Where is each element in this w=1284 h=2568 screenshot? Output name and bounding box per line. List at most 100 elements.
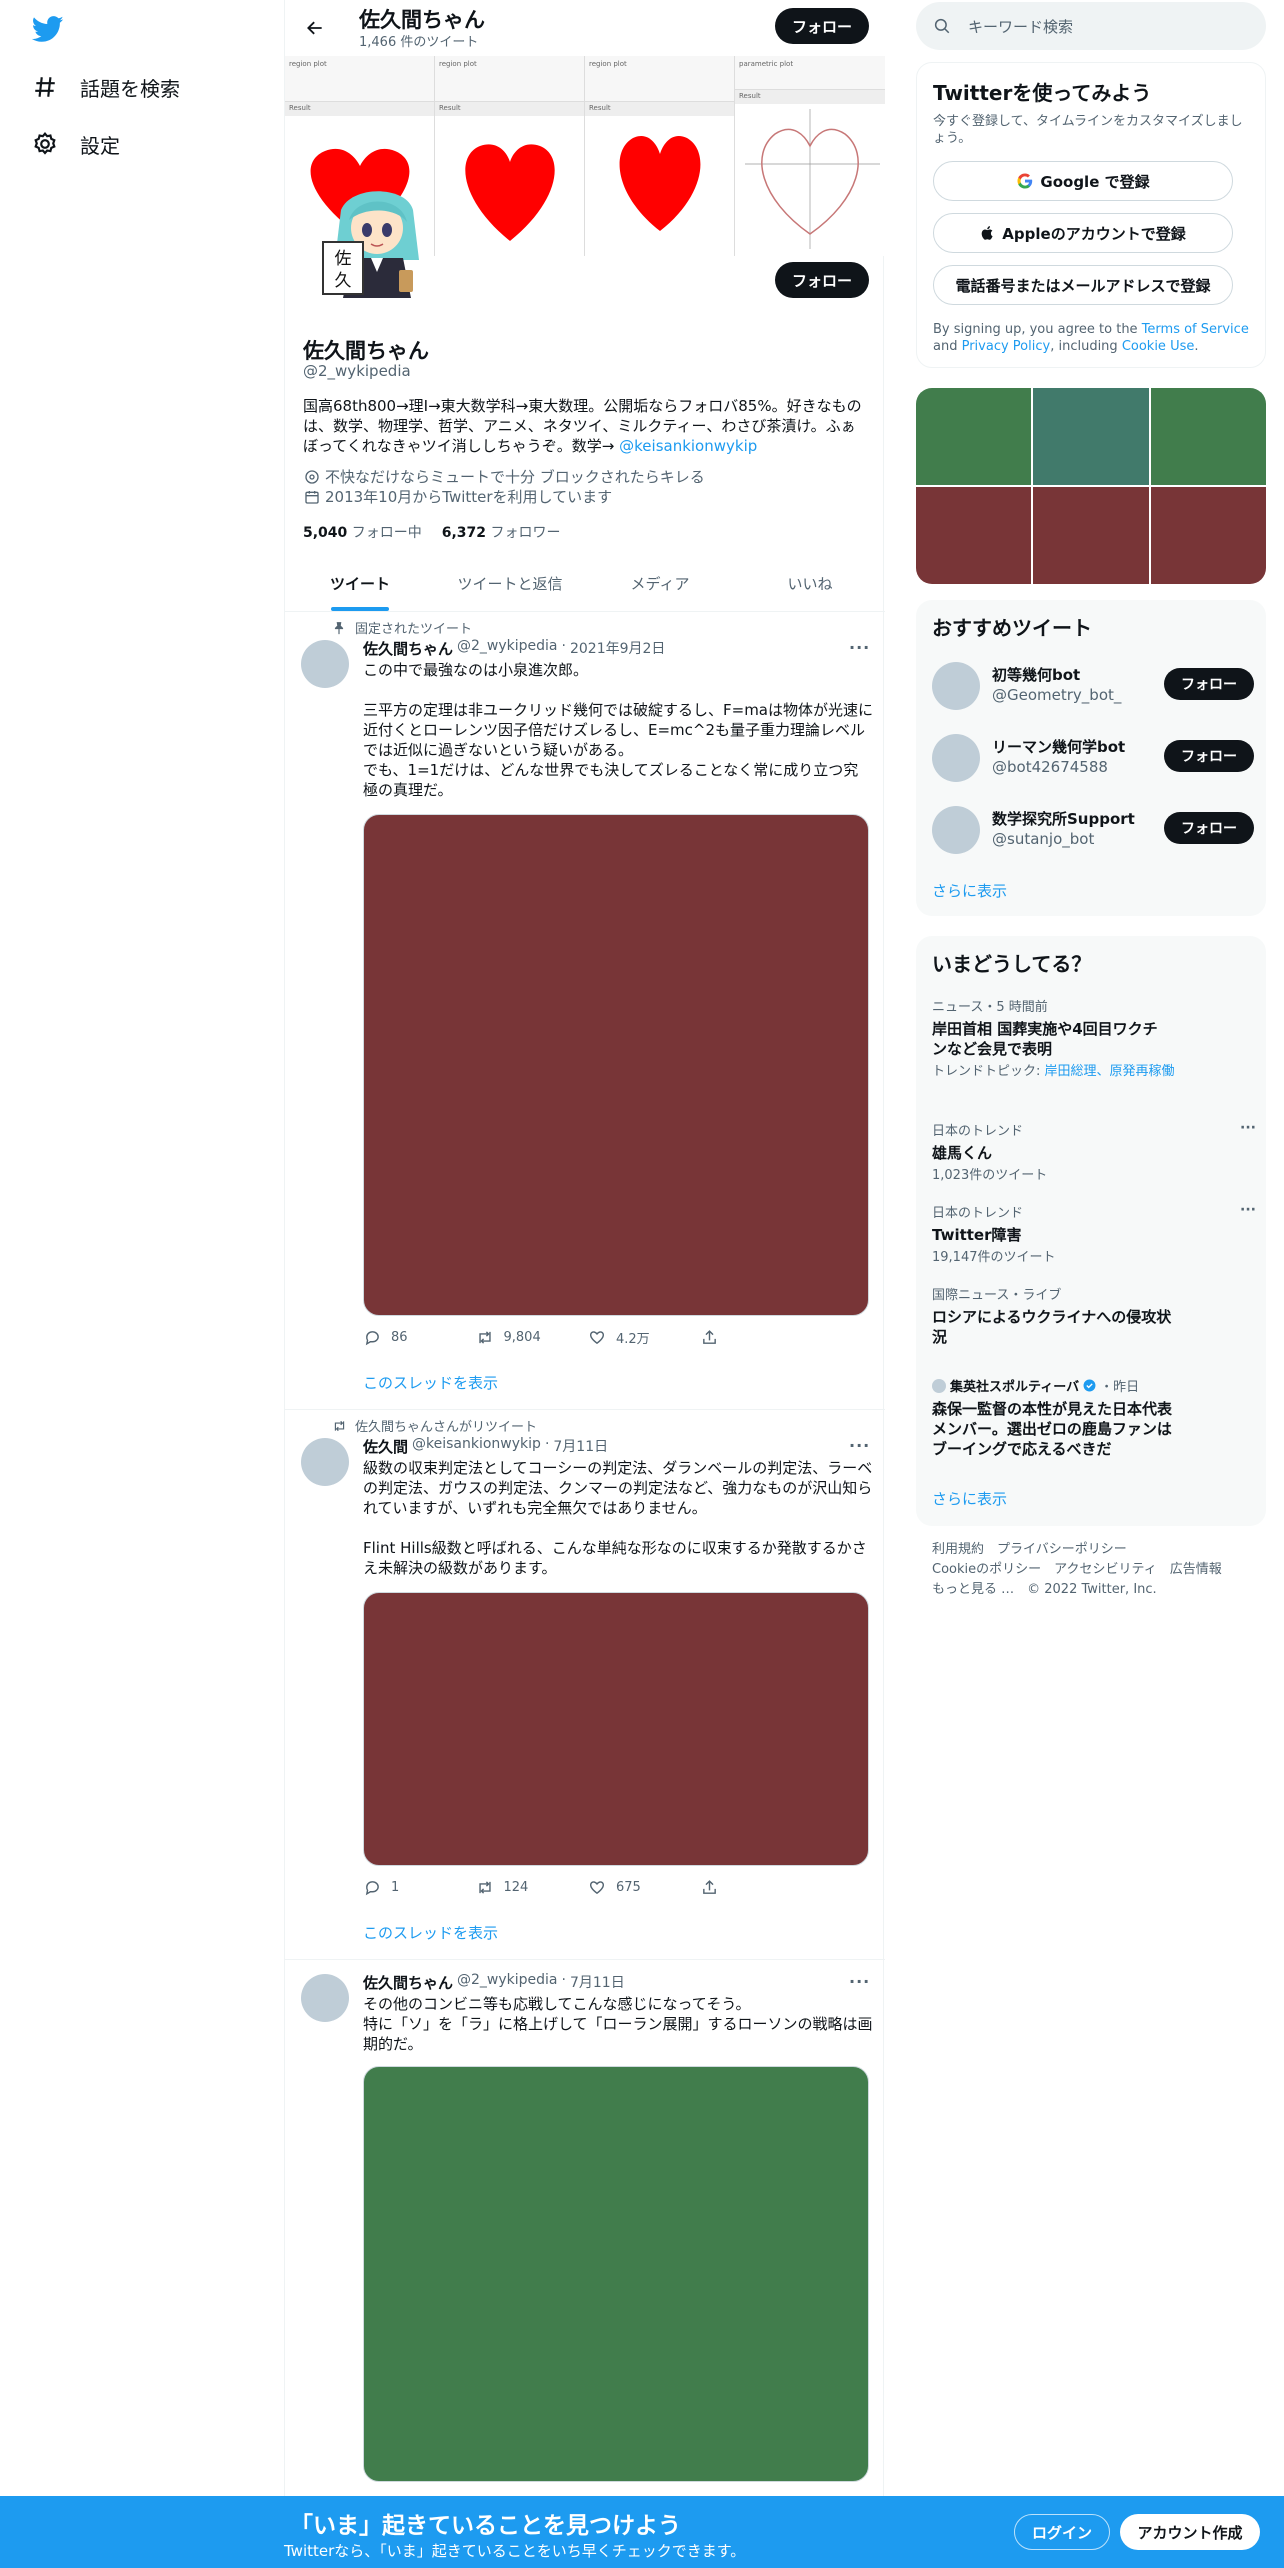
tab-likes[interactable]: いいね (735, 556, 885, 611)
retweet-button[interactable]: 9,804 (476, 1328, 589, 1347)
source-name: 集英社スポルティーバ (950, 1380, 1080, 1395)
trend-topic-links[interactable]: 岸田総理、原発再稼働 (1045, 1064, 1175, 1079)
nav-settings[interactable]: 設定 (30, 124, 120, 164)
tweet-date[interactable]: 2021年9月2日 (570, 638, 665, 659)
signup-subtitle: 今すぐ登録して、タイムラインをカスタマイズしましょう。 (933, 114, 1243, 146)
phone-email-signup-button[interactable]: 電話番号またはメールアドレスで登録 (933, 265, 1233, 305)
tweet-avatar[interactable] (301, 640, 349, 688)
share-button[interactable] (701, 1878, 814, 1896)
trend-topics: トレンドトピック: 岸田総理、原発再稼働 (932, 1063, 1182, 1080)
recommended-account[interactable]: 数学探究所Support @sutanjo_bot フォロー (932, 800, 1254, 860)
trend-item[interactable]: 集英社スポルティーバ ・昨日 森保一監督の本性が見えた日本代表メンバー。選出ゼロ… (932, 1376, 1252, 1459)
twitter-logo-icon[interactable] (30, 14, 66, 44)
more-options-icon[interactable]: ··· (1240, 1120, 1256, 1136)
tweet-author-handle: @keisankionwykip (412, 1436, 541, 1452)
trend-item[interactable]: 日本のトレンド Twitter障害 19,147件のツイート ··· (932, 1202, 1256, 1266)
recommended-account[interactable]: リーマン幾何学bot @bot42674588 フォロー (932, 728, 1254, 788)
trend-topics-prefix: トレンドトピック: (932, 1064, 1045, 1079)
reply-button[interactable]: 86 (363, 1328, 476, 1347)
avatar[interactable] (932, 734, 980, 782)
google-signup-button[interactable]: Google で登録 (933, 161, 1233, 201)
apple-signup-label: Appleのアカウントで登録 (1002, 224, 1186, 243)
nav-explore[interactable]: 話題を検索 (30, 67, 180, 107)
retweet-count: 9,804 (503, 1330, 541, 1345)
tweet-author-name[interactable]: 佐久間ちゃん (363, 638, 453, 659)
media-thumbnail[interactable] (1150, 388, 1266, 485)
terms-of-service-link[interactable]: Terms of Service (1142, 322, 1249, 337)
follow-button[interactable]: フォロー (1164, 668, 1254, 700)
signup-card: Twitterを使ってみよう 今すぐ登録して、タイムラインをカスタマイズしましょ… (916, 62, 1266, 368)
media-thumbnail[interactable] (916, 388, 1032, 485)
tweet-media[interactable] (363, 1592, 869, 1866)
apple-signup-button[interactable]: Appleのアカウントで登録 (933, 213, 1233, 253)
trend-title: ロシアによるウクライナへの侵攻状況 (932, 1308, 1172, 1346)
media-thumbnail[interactable] (1033, 487, 1149, 584)
reply-button[interactable]: 1 (363, 1878, 476, 1896)
heart-shape (465, 144, 555, 241)
google-icon (1016, 172, 1034, 190)
tab-media[interactable]: メディア (585, 556, 735, 611)
media-thumbnail[interactable] (916, 487, 1032, 584)
reply-icon (363, 1329, 381, 1347)
profile-avatar[interactable]: 佐 久 (321, 180, 431, 298)
show-more-link[interactable]: さらに表示 (932, 880, 1007, 901)
tab-tweets-replies[interactable]: ツイートと返信 (435, 556, 585, 611)
more-options-icon[interactable]: ··· (849, 638, 869, 658)
recommended-account[interactable]: 初等幾何bot @Geometry_bot_ フォロー (932, 656, 1254, 716)
reply-count: 86 (391, 1330, 408, 1345)
signup-button[interactable]: アカウント作成 (1120, 2514, 1260, 2550)
follow-button[interactable]: フォロー (1164, 812, 1254, 844)
plot-header: region plot (285, 56, 434, 102)
tweet-text: その他のコンビニ等も応戦してこんな感じになってそう。 特に「ソ」を「ラ」に格上げ… (363, 1995, 873, 2053)
avatar[interactable] (932, 662, 980, 710)
following-link[interactable]: 5,040 フォロー中 (303, 522, 422, 542)
like-button[interactable]: 675 (588, 1878, 701, 1896)
tweet-avatar[interactable] (301, 1438, 349, 1486)
show-more-link[interactable]: さらに表示 (932, 1488, 1007, 1509)
trends-card: いまどうしてる？ ニュース・5 時間前 岸田首相 国葬実施や4回目ワクチンなど会… (916, 936, 1266, 1526)
cookie-use-link[interactable]: Cookie Use (1122, 339, 1195, 354)
footer-line[interactable]: Cookieのポリシー アクセシビリティ 広告情報 (932, 1560, 1252, 1580)
tweet-author-name[interactable]: 佐久間 (363, 1436, 408, 1457)
login-button[interactable]: ログイン (1014, 2514, 1110, 2550)
more-options-icon[interactable]: ··· (849, 1436, 869, 1456)
tweet-pinned[interactable]: 固定されたツイート 佐久間ちゃん @2_wykipedia · 2021年9月2… (285, 612, 885, 1410)
avatar[interactable] (932, 806, 980, 854)
more-options-icon[interactable]: ··· (849, 1972, 869, 1992)
tweet[interactable]: 佐久間ちゃん @2_wykipedia · 7月11日 ··· その他のコンビニ… (285, 1960, 885, 2500)
footer-line[interactable]: 利用規約 プライバシーポリシー (932, 1540, 1252, 1560)
tweet-date[interactable]: 7月11日 (570, 1972, 625, 1993)
footer-line[interactable]: もっと見る … © 2022 Twitter, Inc. (932, 1580, 1252, 1600)
google-signup-label: Google で登録 (1040, 172, 1150, 191)
profile-follow-button[interactable]: フォロー (775, 262, 869, 298)
tweet-retweeted[interactable]: 佐久間ちゃんさんがリツイート 佐久間 @keisankionwykip · 7月… (285, 1410, 885, 1960)
privacy-policy-link[interactable]: Privacy Policy (962, 339, 1051, 354)
retweet-button[interactable]: 124 (476, 1878, 589, 1896)
share-button[interactable] (701, 1328, 814, 1347)
tweet-avatar[interactable] (301, 1974, 349, 2022)
tweet-author-name[interactable]: 佐久間ちゃん (363, 1972, 453, 1993)
search-box[interactable]: キーワード検索 (916, 2, 1266, 50)
more-options-icon[interactable]: ··· (1240, 1202, 1256, 1218)
media-thumbnail[interactable] (1150, 487, 1266, 584)
tab-tweets[interactable]: ツイート (285, 556, 435, 611)
trend-item[interactable]: 日本のトレンド 雄馬くん 1,023件のツイート ··· (932, 1120, 1256, 1184)
show-thread-link[interactable]: このスレッドを表示 (363, 1922, 498, 1943)
header-follow-button[interactable]: フォロー (775, 8, 869, 44)
tweet-media[interactable] (363, 814, 869, 1316)
heart-outline-shape (745, 109, 880, 249)
back-arrow-icon[interactable] (297, 12, 333, 44)
media-thumbnail[interactable] (1033, 388, 1149, 485)
bio-link[interactable]: @keisankionwykip (619, 437, 757, 455)
followers-link[interactable]: 6,372 フォロワー (442, 522, 561, 542)
trend-title: Twitter障害 (932, 1226, 1022, 1244)
tweet-media[interactable] (363, 2066, 869, 2482)
show-thread-link[interactable]: このスレッドを表示 (363, 1372, 498, 1393)
profile-header-bar: 佐久間ちゃん 1,466 件のツイート フォロー (285, 0, 885, 56)
follow-button[interactable]: フォロー (1164, 740, 1254, 772)
tweet-date[interactable]: 7月11日 (553, 1436, 608, 1457)
like-button[interactable]: 4.2万 (588, 1328, 701, 1347)
plot-result-label: Result (585, 102, 734, 116)
trend-item[interactable]: ニュース・5 時間前 岸田首相 国葬実施や4回目ワクチンなど会見で表明 トレンド… (932, 996, 1252, 1080)
trend-item[interactable]: 国際ニュース・ライブ ロシアによるウクライナへの侵攻状況 (932, 1284, 1252, 1347)
